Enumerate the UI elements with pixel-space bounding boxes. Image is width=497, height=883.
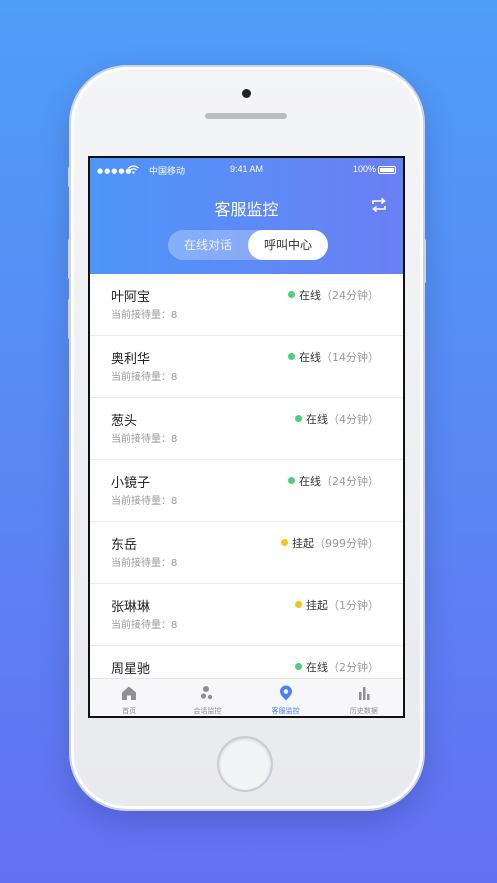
tab-call-center[interactable]: 呼叫中心 xyxy=(248,230,328,260)
agent-name: 周星驰 xyxy=(111,662,151,677)
agent-name: 东岳 xyxy=(111,538,138,553)
status-duration: （4分钟） xyxy=(328,413,379,426)
tab-label: 客服监控 xyxy=(271,707,300,715)
list-item[interactable]: 张琳琳 当前接待量：8 挂起（1分钟） xyxy=(90,584,403,646)
status-dot xyxy=(288,291,295,298)
status-dot xyxy=(288,477,295,484)
agent-status: 挂起（999分钟） xyxy=(281,535,379,551)
agent-list: 叶阿宝 当前接待量：8 在线（24分钟） 奥利华 当前接待量：8 在线（14分钟… xyxy=(90,274,403,708)
segment-control: 在线对话 呼叫中心 xyxy=(168,230,328,260)
tab-chat-monitor[interactable]: 会话监控 xyxy=(168,679,246,716)
page-title: 客服监控 xyxy=(214,200,279,219)
tab-history[interactable]: 历史数据 xyxy=(325,679,403,716)
power-button xyxy=(423,239,426,283)
tab-label: 历史数据 xyxy=(349,707,378,715)
agent-queue: 当前接待量：8 xyxy=(111,496,178,507)
status-duration: （24分钟） xyxy=(321,289,379,302)
agent-name: 叶阿宝 xyxy=(111,290,151,305)
volume-up-button xyxy=(68,239,71,279)
status-duration: （24分钟） xyxy=(321,475,379,488)
status-text: 挂起 xyxy=(306,599,328,612)
agent-queue: 当前接待量：8 xyxy=(111,558,178,569)
list-item[interactable]: 奥利华 当前接待量：8 在线（14分钟） xyxy=(90,336,403,398)
tab-bar: 首页 会话监控 客服监控 历史数据 xyxy=(90,678,403,716)
status-dot xyxy=(281,539,288,546)
agent-queue: 当前接待量：8 xyxy=(111,372,178,383)
status-text: 在线 xyxy=(299,289,321,302)
status-duration: （14分钟） xyxy=(321,351,379,364)
agent-queue: 当前接待量：8 xyxy=(111,620,178,631)
agent-status: 在线（24分钟） xyxy=(288,287,379,303)
status-dot xyxy=(295,601,302,608)
front-camera xyxy=(242,89,251,98)
status-text: 在线 xyxy=(306,661,328,674)
battery-percent: 100% xyxy=(353,164,377,174)
agent-name: 葱头 xyxy=(111,414,138,429)
agent-status: 在线（24分钟） xyxy=(288,473,379,489)
status-text: 挂起 xyxy=(292,537,314,550)
status-duration: （999分钟） xyxy=(314,537,379,550)
list-item[interactable]: 小镜子 当前接待量：8 在线（24分钟） xyxy=(90,460,403,522)
volume-down-button xyxy=(68,299,71,339)
agent-monitor-icon xyxy=(279,685,292,701)
swap-icon[interactable] xyxy=(370,196,388,214)
status-text: 在线 xyxy=(299,351,321,364)
status-duration: （2分钟） xyxy=(328,661,379,674)
tab-online-chat[interactable]: 在线对话 xyxy=(168,230,248,260)
header: ●●●●● 中国移动 9:41 AM 100% 客服监控 在线对话 呼叫中心 xyxy=(90,158,403,274)
agent-name: 奥利华 xyxy=(111,352,151,367)
tab-label: 首页 xyxy=(122,707,137,715)
status-dot xyxy=(295,663,302,670)
list-item[interactable]: 葱头 当前接待量：8 在线（4分钟） xyxy=(90,398,403,460)
phone-screen: ●●●●● 中国移动 9:41 AM 100% 客服监控 在线对话 呼叫中心 叶… xyxy=(88,156,405,718)
agent-status: 在线（14分钟） xyxy=(288,349,379,365)
agent-name: 张琳琳 xyxy=(111,600,151,615)
mute-switch xyxy=(68,167,71,187)
status-duration: （1分钟） xyxy=(328,599,379,612)
tab-home[interactable]: 首页 xyxy=(90,679,168,716)
earpiece-speaker xyxy=(205,113,287,119)
bar-chart-icon xyxy=(358,687,370,700)
agent-status: 在线（4分钟） xyxy=(295,411,379,427)
home-button[interactable] xyxy=(219,738,271,790)
agent-queue: 当前接待量：8 xyxy=(111,434,178,445)
agent-status: 挂起（1分钟） xyxy=(295,597,379,613)
battery-icon xyxy=(378,166,396,174)
tab-agent-monitor[interactable]: 客服监控 xyxy=(247,679,325,716)
list-item[interactable]: 叶阿宝 当前接待量：8 在线（24分钟） xyxy=(90,274,403,336)
home-icon xyxy=(122,686,137,700)
agent-status: 在线（2分钟） xyxy=(295,659,379,675)
status-dot xyxy=(288,353,295,360)
status-text: 在线 xyxy=(306,413,328,426)
tab-label: 会话监控 xyxy=(193,707,222,715)
chat-monitor-icon xyxy=(201,686,213,700)
status-text: 在线 xyxy=(299,475,321,488)
status-dot xyxy=(295,415,302,422)
list-item[interactable]: 东岳 当前接待量：8 挂起（999分钟） xyxy=(90,522,403,584)
agent-name: 小镜子 xyxy=(111,476,151,491)
agent-queue: 当前接待量：8 xyxy=(111,310,178,321)
